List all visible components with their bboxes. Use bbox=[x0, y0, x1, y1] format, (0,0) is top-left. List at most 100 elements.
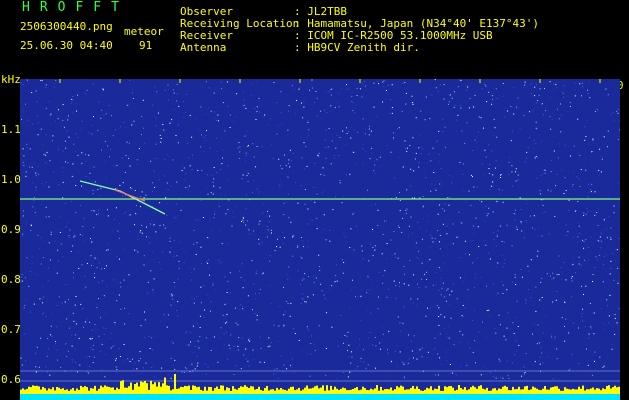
noise-speck bbox=[183, 179, 185, 180]
noise-speck bbox=[578, 222, 580, 224]
noise-speck bbox=[26, 257, 28, 259]
date-time: 25.06.30 04:40 bbox=[20, 39, 113, 52]
noise-floor-bar bbox=[616, 387, 618, 394]
noise-floor-bar bbox=[106, 386, 108, 394]
noise-speck bbox=[172, 159, 174, 161]
noise-speck bbox=[476, 186, 478, 188]
noise-speck bbox=[173, 217, 175, 219]
noise-speck bbox=[298, 88, 300, 90]
noise-speck bbox=[557, 157, 559, 159]
noise-speck bbox=[170, 357, 172, 359]
noise-speck bbox=[415, 242, 417, 244]
noise-speck bbox=[81, 235, 83, 237]
noise-speck bbox=[508, 173, 509, 175]
noise-speck bbox=[119, 356, 121, 357]
noise-speck bbox=[437, 374, 439, 376]
noise-speck bbox=[351, 289, 352, 291]
noise-speck bbox=[576, 241, 578, 243]
noise-speck bbox=[141, 191, 143, 193]
noise-speck bbox=[517, 180, 519, 182]
noise-floor-bar bbox=[508, 390, 510, 394]
noise-speck bbox=[584, 259, 586, 261]
noise-speck bbox=[368, 125, 370, 127]
noise-speck bbox=[266, 226, 268, 227]
noise-floor-bar bbox=[258, 386, 260, 394]
noise-floor-bar bbox=[474, 387, 476, 394]
noise-floor-bar bbox=[466, 390, 468, 394]
noise-speck bbox=[231, 225, 233, 227]
noise-speck bbox=[534, 95, 536, 97]
noise-floor-bar bbox=[92, 388, 94, 394]
noise-speck bbox=[339, 182, 341, 184]
noise-speck bbox=[382, 333, 384, 335]
noise-speck bbox=[556, 290, 558, 292]
noise-speck bbox=[372, 255, 374, 257]
noise-speck bbox=[168, 88, 170, 90]
noise-speck bbox=[41, 80, 43, 82]
noise-speck bbox=[166, 182, 168, 184]
noise-speck bbox=[572, 184, 574, 185]
noise-speck bbox=[605, 88, 607, 90]
noise-speck bbox=[427, 215, 429, 217]
noise-speck bbox=[163, 314, 165, 316]
noise-speck bbox=[307, 134, 309, 136]
noise-speck bbox=[376, 116, 378, 117]
noise-speck bbox=[195, 254, 197, 255]
noise-speck bbox=[493, 134, 495, 136]
noise-speck bbox=[593, 312, 595, 314]
noise-speck bbox=[58, 296, 60, 298]
noise-speck bbox=[116, 164, 118, 166]
noise-speck bbox=[525, 300, 527, 302]
noise-speck bbox=[510, 106, 512, 107]
noise-floor-bar bbox=[376, 385, 378, 394]
noise-speck bbox=[239, 151, 241, 153]
noise-speck bbox=[382, 234, 384, 235]
noise-speck bbox=[288, 266, 290, 268]
noise-speck bbox=[343, 232, 345, 234]
noise-speck bbox=[308, 375, 310, 377]
noise-speck bbox=[307, 276, 309, 278]
noise-speck bbox=[441, 208, 443, 210]
noise-speck bbox=[507, 110, 509, 112]
noise-speck bbox=[501, 202, 503, 204]
noise-speck bbox=[506, 289, 508, 291]
noise-speck bbox=[235, 322, 237, 324]
noise-speck bbox=[353, 212, 355, 214]
noise-speck bbox=[196, 296, 198, 297]
noise-speck bbox=[380, 348, 381, 350]
noise-speck bbox=[229, 127, 231, 128]
noise-speck bbox=[553, 338, 555, 340]
noise-speck bbox=[583, 212, 585, 214]
noise-speck bbox=[128, 158, 130, 159]
noise-speck bbox=[502, 284, 504, 286]
noise-speck bbox=[287, 303, 289, 304]
noise-speck bbox=[261, 241, 263, 243]
noise-speck bbox=[445, 246, 447, 248]
noise-speck bbox=[292, 172, 294, 174]
noise-speck bbox=[439, 235, 441, 236]
noise-speck bbox=[81, 185, 83, 187]
noise-speck bbox=[538, 342, 540, 344]
noise-speck bbox=[214, 213, 216, 215]
noise-speck bbox=[196, 118, 198, 119]
noise-speck bbox=[462, 305, 464, 306]
noise-speck bbox=[159, 134, 161, 136]
noise-speck bbox=[342, 372, 344, 373]
noise-speck bbox=[433, 172, 435, 173]
noise-floor-bar bbox=[60, 389, 62, 394]
noise-speck bbox=[220, 194, 222, 196]
noise-speck bbox=[327, 146, 329, 148]
noise-speck bbox=[617, 267, 619, 269]
noise-speck bbox=[446, 289, 448, 291]
noise-speck bbox=[54, 240, 56, 242]
noise-floor-bar bbox=[102, 387, 104, 394]
noise-speck bbox=[227, 280, 229, 282]
noise-floor-bar bbox=[264, 388, 266, 394]
noise-speck bbox=[425, 286, 427, 288]
noise-speck bbox=[274, 250, 276, 252]
noise-speck bbox=[74, 235, 76, 237]
noise-speck bbox=[318, 152, 320, 154]
noise-speck bbox=[534, 361, 536, 363]
noise-speck bbox=[279, 186, 281, 188]
noise-speck bbox=[520, 221, 522, 222]
